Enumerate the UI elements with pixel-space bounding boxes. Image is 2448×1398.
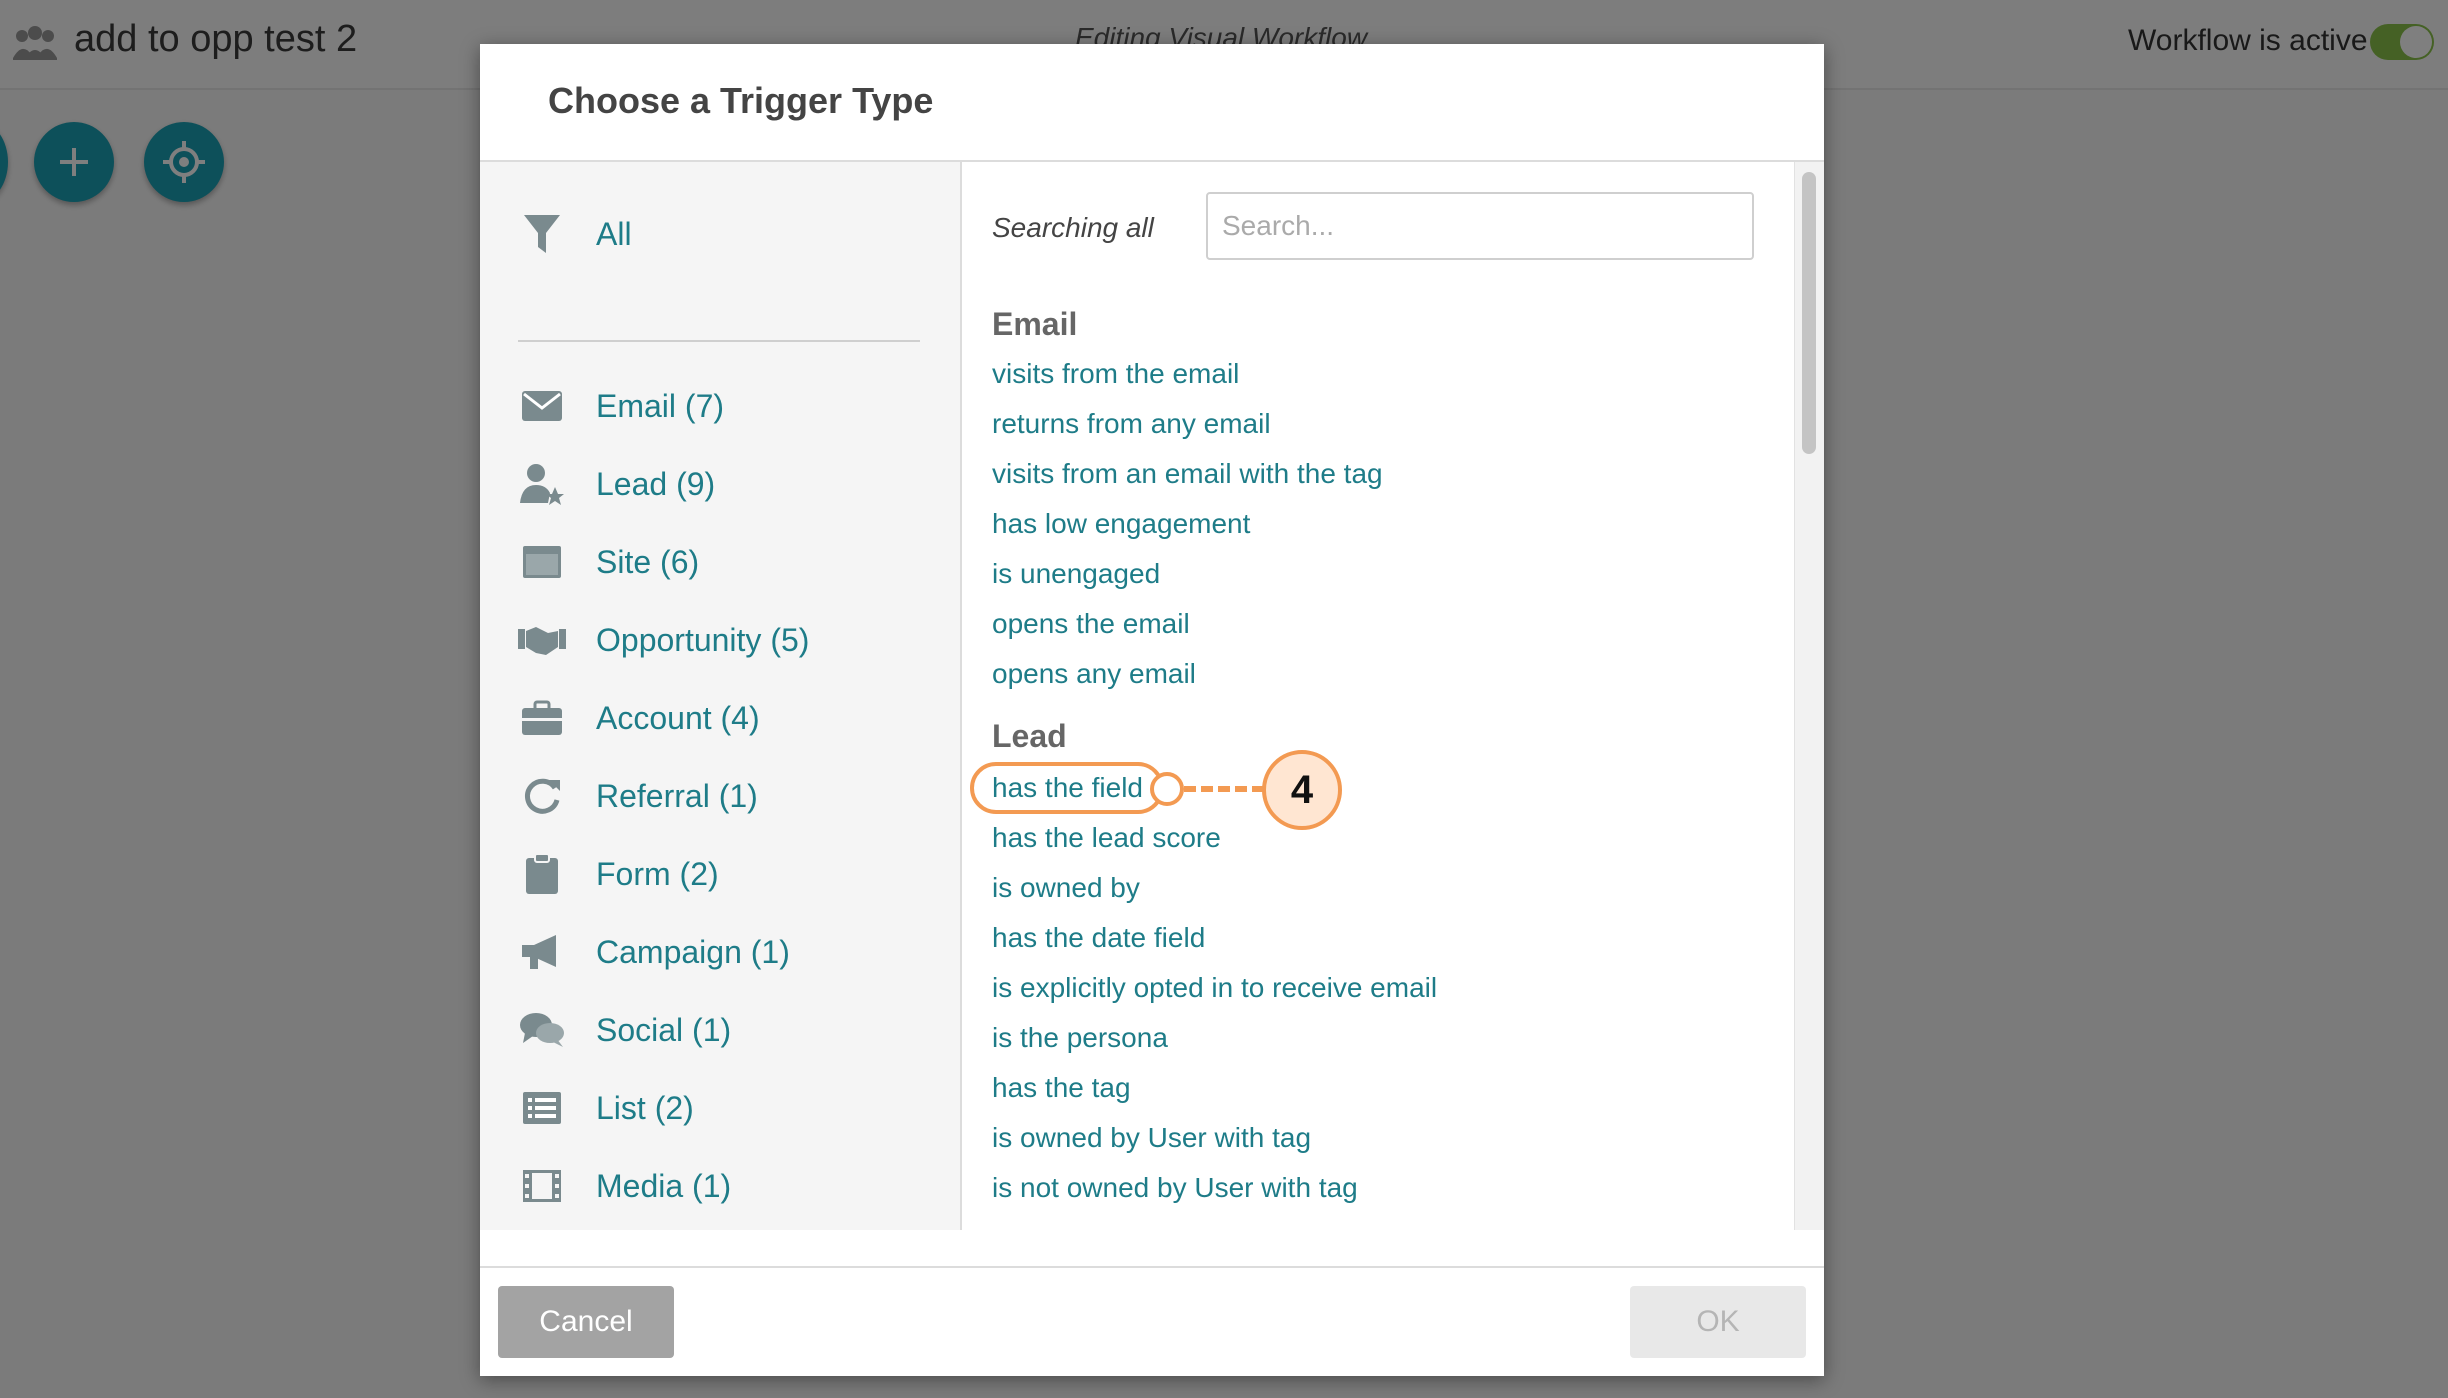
category-label: Media (1)	[596, 1167, 732, 1204]
category-label: All	[596, 215, 632, 252]
category-label: Social (1)	[596, 1011, 732, 1048]
category-account[interactable]: Account (4)	[518, 688, 938, 748]
envelope-icon	[518, 384, 566, 428]
category-campaign[interactable]: Campaign (1)	[518, 922, 938, 982]
category-all[interactable]: All	[518, 204, 938, 264]
group-heading-lead: Lead	[992, 718, 1067, 754]
briefcase-icon	[518, 696, 566, 740]
scrollbar-thumb[interactable]	[1802, 172, 1816, 454]
category-label: Referral (1)	[596, 777, 758, 814]
category-label: Lead (9)	[596, 465, 716, 502]
category-social[interactable]: Social (1)	[518, 1000, 938, 1060]
trigger-item[interactable]: opens the email	[992, 608, 1190, 640]
search-input[interactable]	[1206, 192, 1754, 260]
trigger-item[interactable]: visits from the email	[992, 358, 1239, 390]
ok-button[interactable]: OK	[1630, 1286, 1806, 1358]
search-scope-label: Searching all	[992, 212, 1154, 243]
trigger-item[interactable]: is owned by	[992, 872, 1140, 904]
trigger-item[interactable]: is not owned by User with tag	[992, 1172, 1358, 1204]
trigger-item[interactable]: is owned by User with tag	[992, 1122, 1311, 1154]
trigger-item[interactable]: is the persona	[992, 1022, 1168, 1054]
category-form[interactable]: Form (2)	[518, 844, 938, 904]
category-label: Form (2)	[596, 855, 719, 892]
trigger-list-scrollbar[interactable]	[1794, 162, 1824, 1230]
category-label: Campaign (1)	[596, 933, 790, 970]
category-label: Opportunity (5)	[596, 621, 810, 658]
category-lead[interactable]: Lead (9)	[518, 454, 938, 514]
browser-window-icon	[518, 540, 566, 584]
category-label: Email (7)	[596, 387, 725, 424]
chat-bubbles-icon	[518, 1008, 566, 1052]
handshake-icon	[518, 618, 566, 662]
trigger-item[interactable]: opens any email	[992, 658, 1196, 690]
dialog-footer: Cancel OK	[480, 1266, 1824, 1376]
category-email[interactable]: Email (7)	[518, 376, 938, 436]
category-site[interactable]: Site (6)	[518, 532, 938, 592]
clipboard-icon	[518, 852, 566, 896]
callout-anchor-dot	[1150, 772, 1184, 806]
trigger-item[interactable]: returns from any email	[992, 408, 1271, 440]
trigger-type-dialog: Choose a Trigger Type All Email (7) Lead…	[480, 44, 1824, 1376]
megaphone-icon	[518, 930, 566, 974]
cancel-button[interactable]: Cancel	[498, 1286, 674, 1358]
user-star-icon	[518, 462, 566, 506]
trigger-item[interactable]: has the lead score	[992, 822, 1221, 854]
trigger-item[interactable]: is unengaged	[992, 558, 1160, 590]
category-sidebar: All Email (7) Lead (9) Site (6) Opportun…	[480, 162, 962, 1230]
category-divider	[518, 340, 920, 342]
trigger-item[interactable]: has low engagement	[992, 508, 1250, 540]
category-referral[interactable]: Referral (1)	[518, 766, 938, 826]
trigger-item[interactable]: visits from an email with the tag	[992, 458, 1383, 490]
trigger-item[interactable]: has the tag	[992, 1072, 1131, 1104]
list-icon	[518, 1086, 566, 1130]
trigger-item[interactable]: is explicitly opted in to receive email	[992, 972, 1437, 1004]
category-media[interactable]: Media (1)	[518, 1156, 938, 1216]
category-label: Site (6)	[596, 543, 700, 580]
refresh-icon	[518, 774, 566, 818]
group-heading-email: Email	[992, 306, 1078, 342]
callout-step-number: 4	[1262, 750, 1342, 830]
category-opportunity[interactable]: Opportunity (5)	[518, 610, 938, 670]
dialog-title: Choose a Trigger Type	[548, 80, 934, 121]
callout-highlight	[970, 762, 1164, 814]
dialog-body: All Email (7) Lead (9) Site (6) Opportun…	[480, 162, 1824, 1230]
trigger-list-pane: Searching all Email visits from the emai…	[962, 162, 1824, 1230]
callout-connector	[1184, 786, 1264, 792]
category-label: List (2)	[596, 1089, 694, 1126]
category-label: Account (4)	[596, 699, 760, 736]
filter-icon	[518, 212, 566, 256]
film-icon	[518, 1164, 566, 1208]
dialog-header: Choose a Trigger Type	[480, 44, 1824, 162]
category-list[interactable]: List (2)	[518, 1078, 938, 1138]
trigger-item[interactable]: has the date field	[992, 922, 1205, 954]
